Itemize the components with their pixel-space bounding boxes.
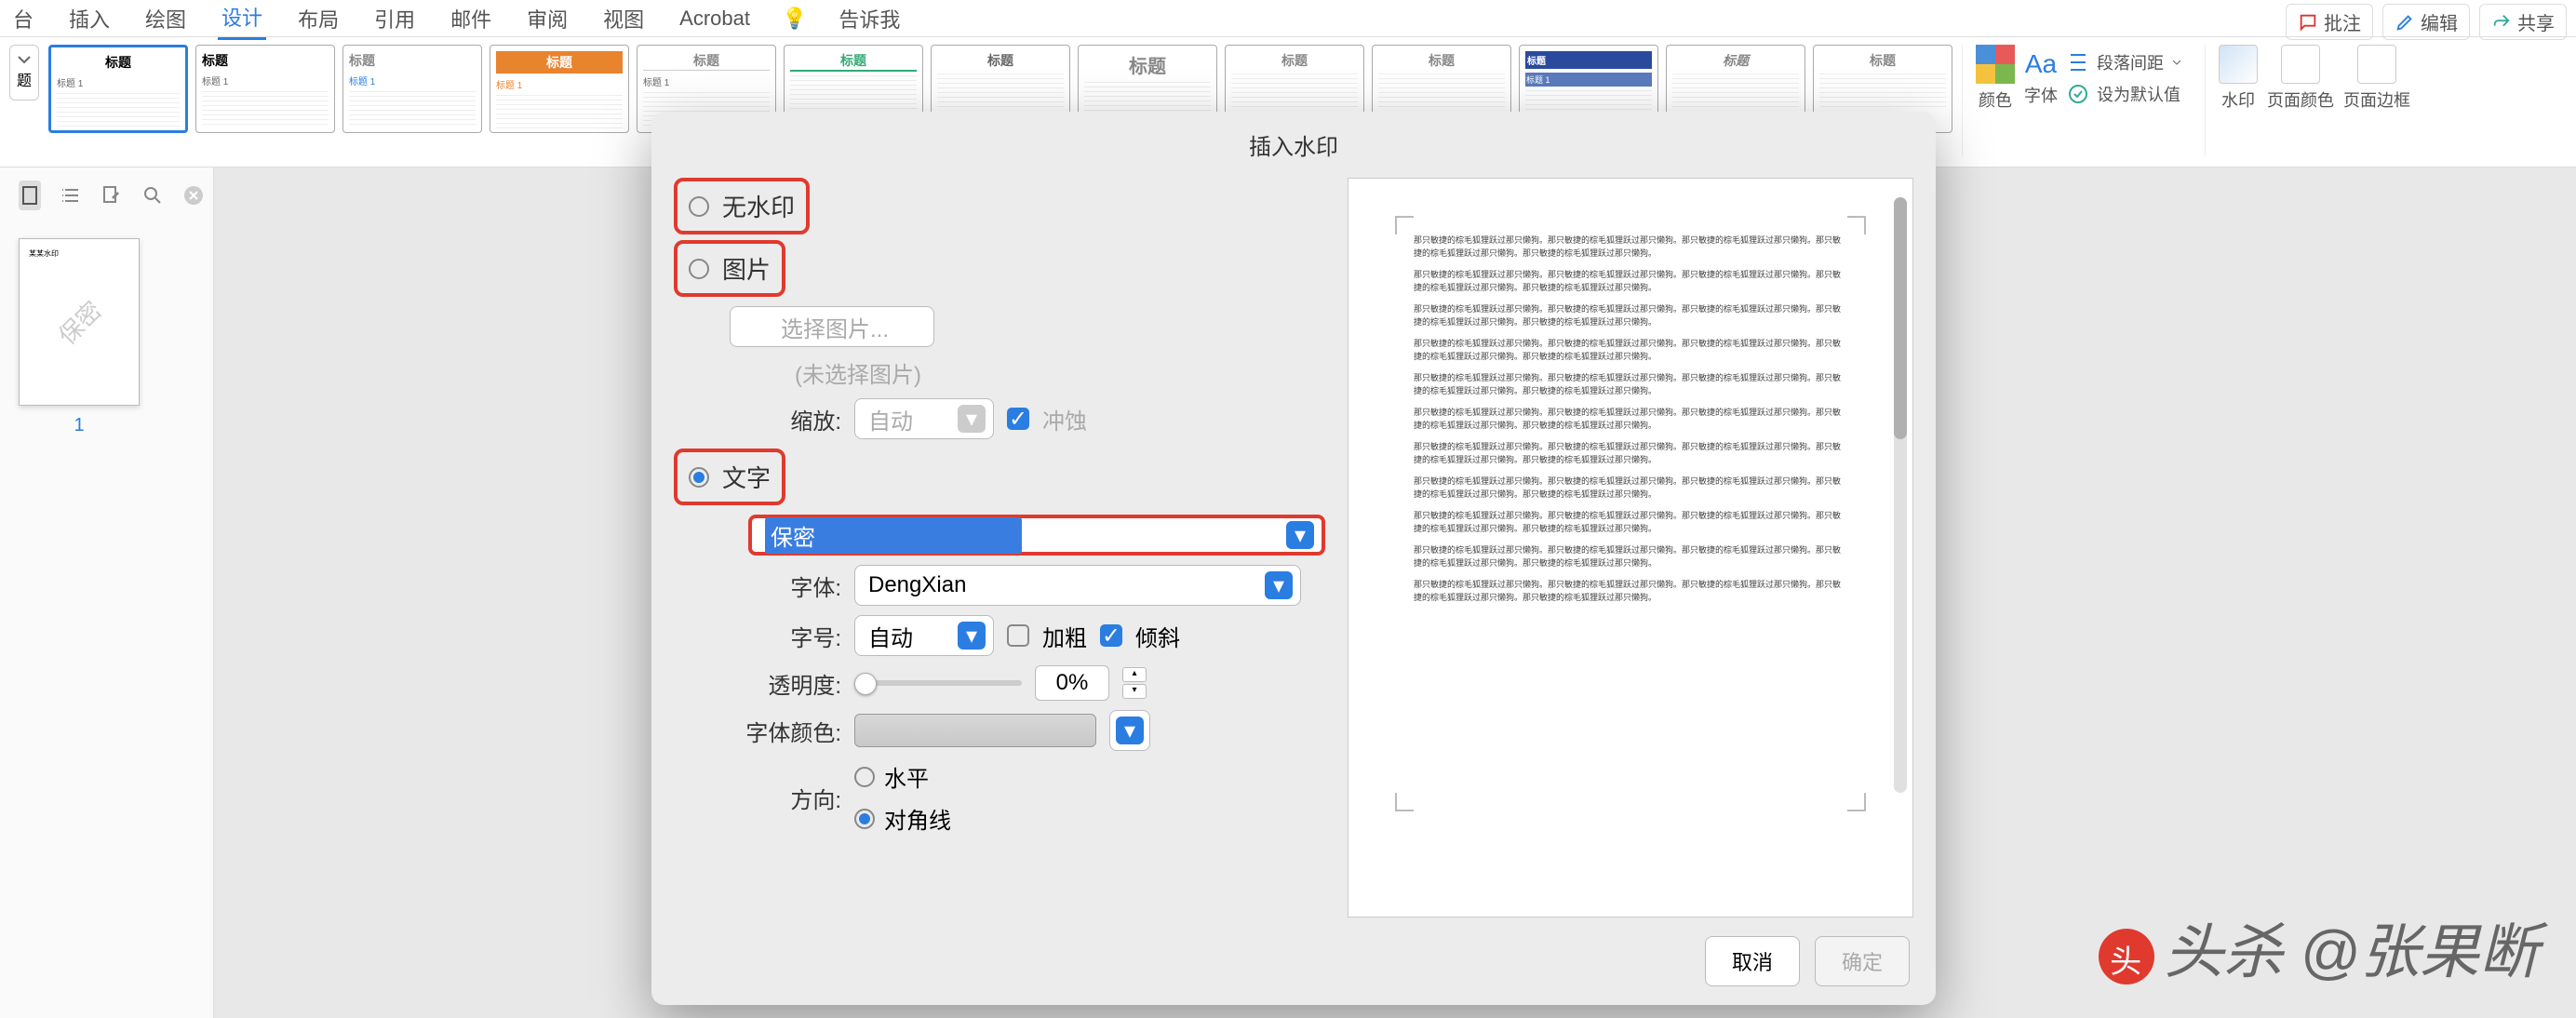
opacity-label: 透明度: xyxy=(730,667,841,700)
tab-design[interactable]: 设计 xyxy=(218,0,266,40)
bold-checkbox[interactable] xyxy=(1007,624,1029,647)
watermark-button[interactable]: 水印 xyxy=(2219,45,2258,112)
tab-view[interactable]: 视图 xyxy=(599,0,648,39)
close-icon xyxy=(182,184,205,207)
tab-draw[interactable]: 绘图 xyxy=(141,0,190,39)
paragraph-spacing-button[interactable]: 段落间距 xyxy=(2067,50,2182,74)
colors-button[interactable]: 颜色 xyxy=(1976,45,2015,112)
list-icon xyxy=(60,184,82,207)
pencil-icon xyxy=(2395,12,2415,33)
scale-select: 自动▾ xyxy=(854,398,994,439)
color-label: 字体颜色: xyxy=(730,715,841,747)
group-formatting: 颜色 Aa字体 段落间距 设为默认值 xyxy=(1962,45,2195,156)
direction-label: 方向: xyxy=(730,782,841,814)
page-number-label: 1 xyxy=(15,415,143,436)
opacity-slider[interactable] xyxy=(854,680,1022,686)
style-card-2[interactable]: 标题标题 1 xyxy=(195,45,335,133)
preview-scrollbar[interactable] xyxy=(1894,197,1907,793)
watermark-preview: 那只敏捷的棕毛狐狸跃过那只懒狗。那只敏捷的棕毛狐狸跃过那只懒狗。那只敏捷的棕毛狐… xyxy=(1348,178,1913,918)
tab-insert[interactable]: 插入 xyxy=(65,0,114,39)
italic-label: 倾斜 xyxy=(1135,620,1180,652)
ribbon-tabs: 台 插入 绘图 设计 布局 引用 邮件 审阅 视图 Acrobat 💡 告诉我 … xyxy=(0,0,2576,37)
radio-picture-watermark[interactable]: 图片 xyxy=(674,240,785,297)
close-nav-button[interactable] xyxy=(182,181,205,210)
font-select[interactable]: DengXian▾ xyxy=(854,565,1301,606)
opacity-stepper[interactable]: ▴▾ xyxy=(1122,667,1147,699)
select-picture-button: 选择图片... xyxy=(730,306,1325,347)
search-tab[interactable] xyxy=(141,181,164,210)
check-icon xyxy=(2067,83,2089,105)
spacing-icon xyxy=(2067,51,2089,74)
tab-mailings[interactable]: 邮件 xyxy=(447,0,495,39)
opacity-value[interactable]: 0% xyxy=(1035,665,1109,701)
radio-no-watermark[interactable]: 无水印 xyxy=(674,178,810,234)
size-label: 字号: xyxy=(730,620,841,652)
radio-text-watermark[interactable]: 文字 xyxy=(674,449,785,505)
tab-layout[interactable]: 布局 xyxy=(294,0,342,39)
set-default-button[interactable]: 设为默认值 xyxy=(2067,82,2182,106)
themes-dropdown[interactable]: 题 xyxy=(9,45,39,100)
size-select[interactable]: 自动▾ xyxy=(854,615,994,656)
insert-watermark-dialog: 插入水印 无水印 图片 选择图片... (未选择图片) 缩放: 自动▾ ✓ 冲蚀… xyxy=(651,112,1936,1005)
italic-checkbox[interactable]: ✓ xyxy=(1100,624,1122,647)
scale-label: 缩放: xyxy=(730,403,841,435)
bold-label: 加粗 xyxy=(1042,620,1087,652)
edit-nav-tab[interactable] xyxy=(101,181,123,210)
font-color-swatch[interactable] xyxy=(854,714,1096,747)
washout-checkbox: ✓ xyxy=(1007,408,1029,430)
watermark-text-select[interactable]: 保密▾ xyxy=(748,515,1325,556)
thumb-watermark: 保密 xyxy=(50,293,109,352)
tab-review[interactable]: 审阅 xyxy=(523,0,571,39)
tell-me[interactable]: 告诉我 xyxy=(835,0,904,39)
direction-horizontal[interactable]: 水平 xyxy=(854,760,951,793)
thumbnails-tab[interactable] xyxy=(19,181,41,210)
direction-diagonal[interactable]: 对角线 xyxy=(854,802,951,835)
ok-button[interactable]: 确定 xyxy=(1815,936,1910,986)
dialog-title: 插入水印 xyxy=(651,112,1936,178)
tab-references[interactable]: 引用 xyxy=(370,0,419,39)
picture-status: (未选择图片) xyxy=(730,356,1325,389)
chevron-down-icon xyxy=(17,55,32,64)
navigation-pane: 某某水印 保密 1 xyxy=(0,167,214,1018)
pencil-page-icon xyxy=(101,184,123,207)
themes-label: 题 xyxy=(17,68,32,90)
fonts-button[interactable]: Aa字体 xyxy=(2024,49,2058,107)
page-color-button[interactable]: 页面颜色 xyxy=(2267,45,2334,112)
comments-button[interactable]: 批注 xyxy=(2286,4,2373,40)
style-card-4[interactable]: 标题标题 1 xyxy=(490,45,629,133)
page-thumbnail-1[interactable]: 某某水印 保密 xyxy=(19,238,140,406)
edit-button[interactable]: 编辑 xyxy=(2382,4,2470,40)
outline-tab[interactable] xyxy=(60,181,82,210)
washout-label: 冲蚀 xyxy=(1042,403,1087,435)
font-color-dropdown[interactable]: ▾ xyxy=(1109,710,1150,751)
preview-text: 那只敏捷的棕毛狐狸跃过那只懒狗。那只敏捷的棕毛狐狸跃过那只懒狗。那只敏捷的棕毛狐… xyxy=(1414,234,1847,604)
search-icon xyxy=(141,184,164,207)
font-label: 字体: xyxy=(730,569,841,602)
group-page-background: 水印 页面颜色 页面边框 xyxy=(2205,45,2423,156)
bulb-icon: 💡 xyxy=(782,7,807,31)
tab-acrobat[interactable]: Acrobat xyxy=(676,1,754,36)
page-border-button[interactable]: 页面边框 xyxy=(2343,45,2410,112)
share-button[interactable]: 共享 xyxy=(2479,4,2567,40)
comment-icon xyxy=(2298,12,2318,33)
chevron-down-icon xyxy=(2171,59,2182,66)
tab-home[interactable]: 台 xyxy=(9,0,37,39)
cancel-button[interactable]: 取消 xyxy=(1705,936,1800,986)
share-icon xyxy=(2491,12,2512,33)
style-card-3[interactable]: 标题标题 1 xyxy=(342,45,482,133)
page-icon xyxy=(19,184,41,207)
style-card-1[interactable]: 标题标题 1 xyxy=(48,45,188,133)
